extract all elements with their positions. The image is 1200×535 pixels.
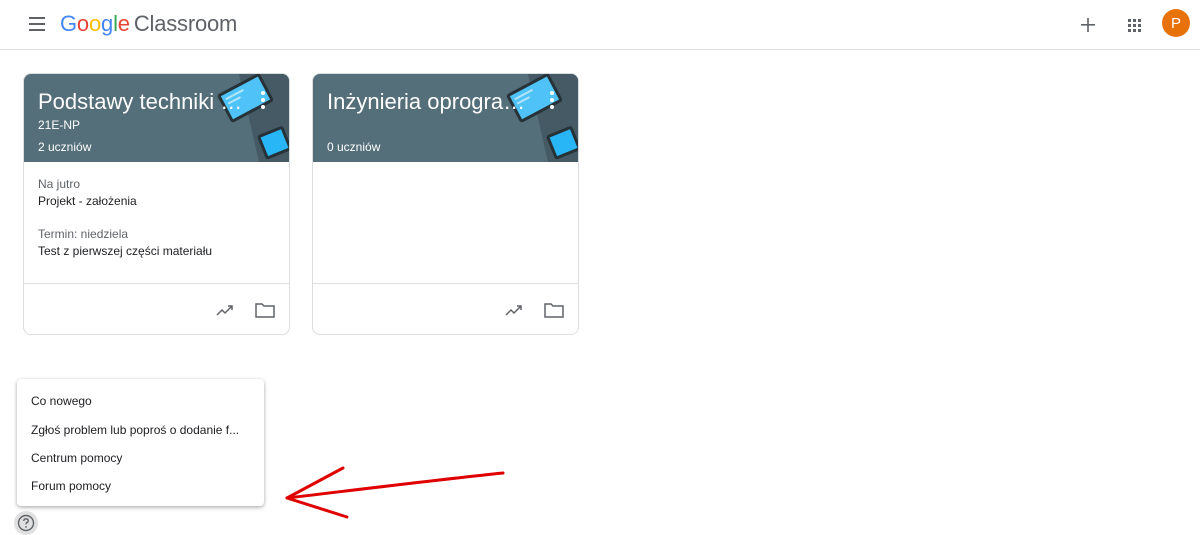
help-center-menu-item[interactable]: Centrum pomocy <box>31 451 257 465</box>
whats-new-menu-item[interactable]: Co nowego <box>31 394 257 408</box>
assignment-link[interactable]: Projekt - założenia <box>38 194 137 208</box>
folder-icon <box>544 303 564 318</box>
google-wordmark: Google <box>60 11 130 36</box>
help-button[interactable] <box>14 511 38 535</box>
account-avatar[interactable]: P <box>1162 9 1190 37</box>
logo-letter: o <box>88 11 102 36</box>
gradebook-button[interactable] <box>502 298 526 322</box>
plus-icon <box>1081 18 1095 32</box>
help-menu: Co nowego Zgłoś problem lub poproś o dod… <box>17 379 264 506</box>
top-app-bar: Google Classroom P <box>0 0 1200 50</box>
more-vertical-icon <box>261 91 265 109</box>
more-vertical-icon <box>550 91 554 109</box>
gradebook-button[interactable] <box>213 298 237 322</box>
google-apps-button[interactable] <box>1118 9 1150 41</box>
create-or-join-class-button[interactable] <box>1072 9 1104 41</box>
class-card-header[interactable]: Inżynieria oprogramo... 0 uczniów <box>313 74 578 162</box>
class-card-header[interactable]: Podstawy techniki mi... 21E-NP 2 uczniów <box>24 74 289 162</box>
logo-letter: g <box>101 11 114 36</box>
class-title[interactable]: Inżynieria oprogramo... <box>327 89 537 115</box>
due-label: Na jutro <box>38 177 81 191</box>
class-drive-folder-button[interactable] <box>253 298 277 322</box>
class-card: Inżynieria oprogramo... 0 uczniów <box>312 73 579 335</box>
logo-letter: G <box>60 11 77 36</box>
report-problem-menu-item[interactable]: Zgłoś problem lub poproś o dodanie f... <box>31 423 257 437</box>
student-count: 2 uczniów <box>38 140 92 154</box>
trending-up-icon <box>505 305 522 316</box>
logo-letter: e <box>117 11 130 36</box>
class-section: 21E-NP <box>38 118 81 132</box>
apps-grid-icon <box>1128 19 1141 32</box>
class-options-button[interactable] <box>540 86 564 114</box>
help-forum-menu-item[interactable]: Forum pomocy <box>31 479 257 493</box>
logo-letter: o <box>76 11 89 36</box>
upcoming-work <box>313 162 578 284</box>
assignment-link[interactable]: Test z pierwszej części materiału <box>38 244 212 258</box>
main-menu-button[interactable] <box>22 9 54 41</box>
product-name: Classroom <box>133 11 238 36</box>
class-title[interactable]: Podstawy techniki mi... <box>38 89 248 115</box>
help-circle-icon <box>17 514 35 532</box>
hamburger-menu-icon <box>29 17 45 31</box>
class-drive-folder-button[interactable] <box>542 298 566 322</box>
due-label: Termin: niedziela <box>38 227 129 241</box>
class-header-illustration <box>506 74 578 162</box>
class-card: Podstawy techniki mi... 21E-NP 2 uczniów… <box>23 73 290 335</box>
trending-up-icon <box>216 305 233 316</box>
student-count: 0 uczniów <box>327 140 381 154</box>
class-header-illustration <box>217 74 289 162</box>
upcoming-work: Na jutro Projekt - założenia Termin: nie… <box>24 162 289 284</box>
google-classroom-logo[interactable]: Google Classroom <box>60 11 237 37</box>
class-options-button[interactable] <box>251 86 275 114</box>
folder-icon <box>255 303 275 318</box>
annotation-arrow <box>285 466 505 519</box>
